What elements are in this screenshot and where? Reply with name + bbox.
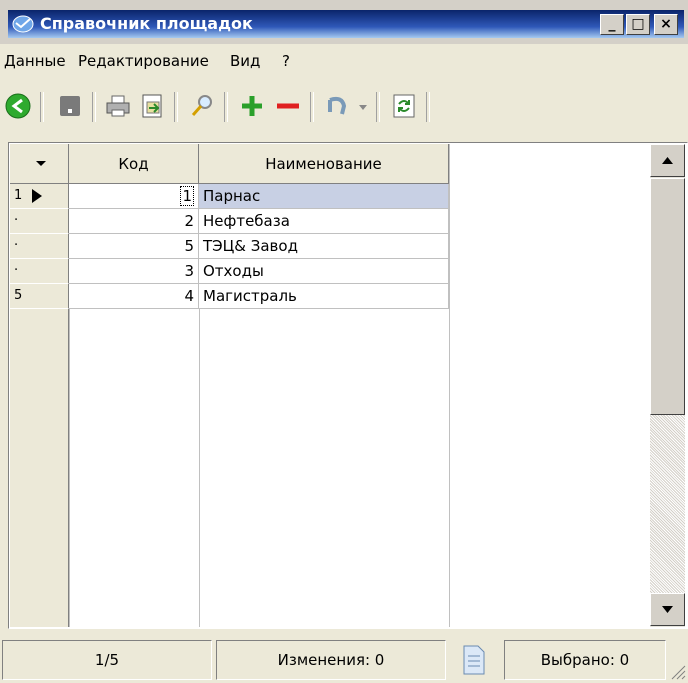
toolbar-separator xyxy=(426,92,430,122)
vertical-scrollbar[interactable] xyxy=(650,144,685,627)
toolbar-separator xyxy=(40,92,44,122)
print-icon[interactable] xyxy=(104,92,132,120)
minimize-button[interactable]: _ xyxy=(600,14,624,35)
delete-icon[interactable] xyxy=(274,92,302,120)
close-button[interactable]: × xyxy=(654,14,678,35)
status-changes: Изменения: 0 xyxy=(216,640,446,680)
menu-item-view[interactable]: Вид xyxy=(230,52,260,70)
close-icon: × xyxy=(660,16,672,32)
title-caption[interactable]: Справочник площадок _ □ × xyxy=(8,10,684,38)
toolbar-separator xyxy=(224,92,228,122)
indicator-empty-area xyxy=(10,309,69,627)
table-row[interactable]: · 2 Нефтебаза xyxy=(10,209,449,234)
scroll-track[interactable] xyxy=(650,415,685,593)
window-title: Справочник площадок xyxy=(40,14,253,33)
undo-icon[interactable] xyxy=(324,92,352,120)
row-indicator: · xyxy=(10,209,69,234)
menu-item-data[interactable]: Данные xyxy=(4,52,66,70)
table-row[interactable]: · 3 Отходы xyxy=(10,259,449,284)
menu-item-help[interactable]: ? xyxy=(282,52,290,70)
cell-code-value: 1 xyxy=(180,186,194,206)
cell-code[interactable]: 1 xyxy=(69,184,199,209)
minimize-icon: _ xyxy=(608,16,616,32)
add-icon[interactable] xyxy=(238,92,266,120)
cell-name[interactable]: Отходы xyxy=(199,259,449,284)
arrow-down-icon xyxy=(662,606,673,613)
back-icon[interactable] xyxy=(4,92,32,120)
undo-dropdown-icon[interactable] xyxy=(356,92,370,120)
row-indicator: 1 xyxy=(10,184,69,209)
row-indicator: · xyxy=(10,259,69,284)
toolbar-separator xyxy=(174,92,178,122)
menu-bar: Данные Редактирование Вид ? xyxy=(0,44,688,76)
row-indicator: 5 xyxy=(10,284,69,309)
toolbar xyxy=(0,84,688,134)
cell-name[interactable]: Магистраль xyxy=(199,284,449,309)
grid-body: Код Наименование 1 1 Парнас · 2 Нефтебаз… xyxy=(10,144,650,627)
cell-name[interactable]: Нефтебаза xyxy=(199,209,449,234)
column-header-name[interactable]: Наименование xyxy=(199,144,449,184)
scroll-down-button[interactable] xyxy=(650,593,685,626)
post-icon[interactable] xyxy=(56,92,84,120)
search-icon[interactable] xyxy=(188,92,216,120)
chevron-down-icon xyxy=(36,161,46,166)
toolbar-separator xyxy=(92,92,96,122)
cell-name[interactable]: Парнас xyxy=(199,184,449,209)
row-number: 1 xyxy=(14,188,23,203)
data-grid: Код Наименование 1 1 Парнас · 2 Нефтебаз… xyxy=(8,142,688,629)
table-row[interactable]: 5 4 Магистраль xyxy=(10,284,449,309)
scroll-thumb[interactable] xyxy=(650,178,685,415)
grid-line xyxy=(449,144,450,627)
status-bar: 1/5 Изменения: 0 Выбрано: 0 xyxy=(0,640,688,683)
arrow-up-icon xyxy=(662,157,673,164)
table-row[interactable]: 1 1 Парнас xyxy=(10,184,449,209)
indicator-header[interactable] xyxy=(10,144,69,184)
refresh-icon[interactable] xyxy=(390,92,418,120)
export-icon[interactable] xyxy=(138,92,166,120)
cell-code[interactable]: 4 xyxy=(69,284,199,309)
toolbar-separator xyxy=(376,92,380,122)
toolbar-separator xyxy=(310,92,314,122)
status-selected: Выбрано: 0 xyxy=(504,640,666,680)
row-indicator: · xyxy=(10,234,69,259)
cell-code[interactable]: 3 xyxy=(69,259,199,284)
current-row-arrow-icon xyxy=(32,189,42,203)
app-icon xyxy=(12,15,34,33)
menu-item-edit[interactable]: Редактирование xyxy=(78,52,209,70)
column-header-code[interactable]: Код xyxy=(69,144,199,184)
window-titlebar: Справочник площадок _ □ × xyxy=(0,0,688,44)
cell-code[interactable]: 2 xyxy=(69,209,199,234)
cell-code[interactable]: 5 xyxy=(69,234,199,259)
maximize-icon: □ xyxy=(631,16,645,32)
status-position: 1/5 xyxy=(2,640,212,680)
grid-line xyxy=(199,309,200,627)
cell-name[interactable]: ТЭЦ& Завод xyxy=(199,234,449,259)
resize-grip-icon[interactable] xyxy=(668,662,686,680)
grid-line xyxy=(69,309,70,627)
table-row[interactable]: · 5 ТЭЦ& Завод xyxy=(10,234,449,259)
scroll-up-button[interactable] xyxy=(650,144,685,177)
maximize-button[interactable]: □ xyxy=(626,14,650,35)
document-icon[interactable] xyxy=(460,644,488,676)
